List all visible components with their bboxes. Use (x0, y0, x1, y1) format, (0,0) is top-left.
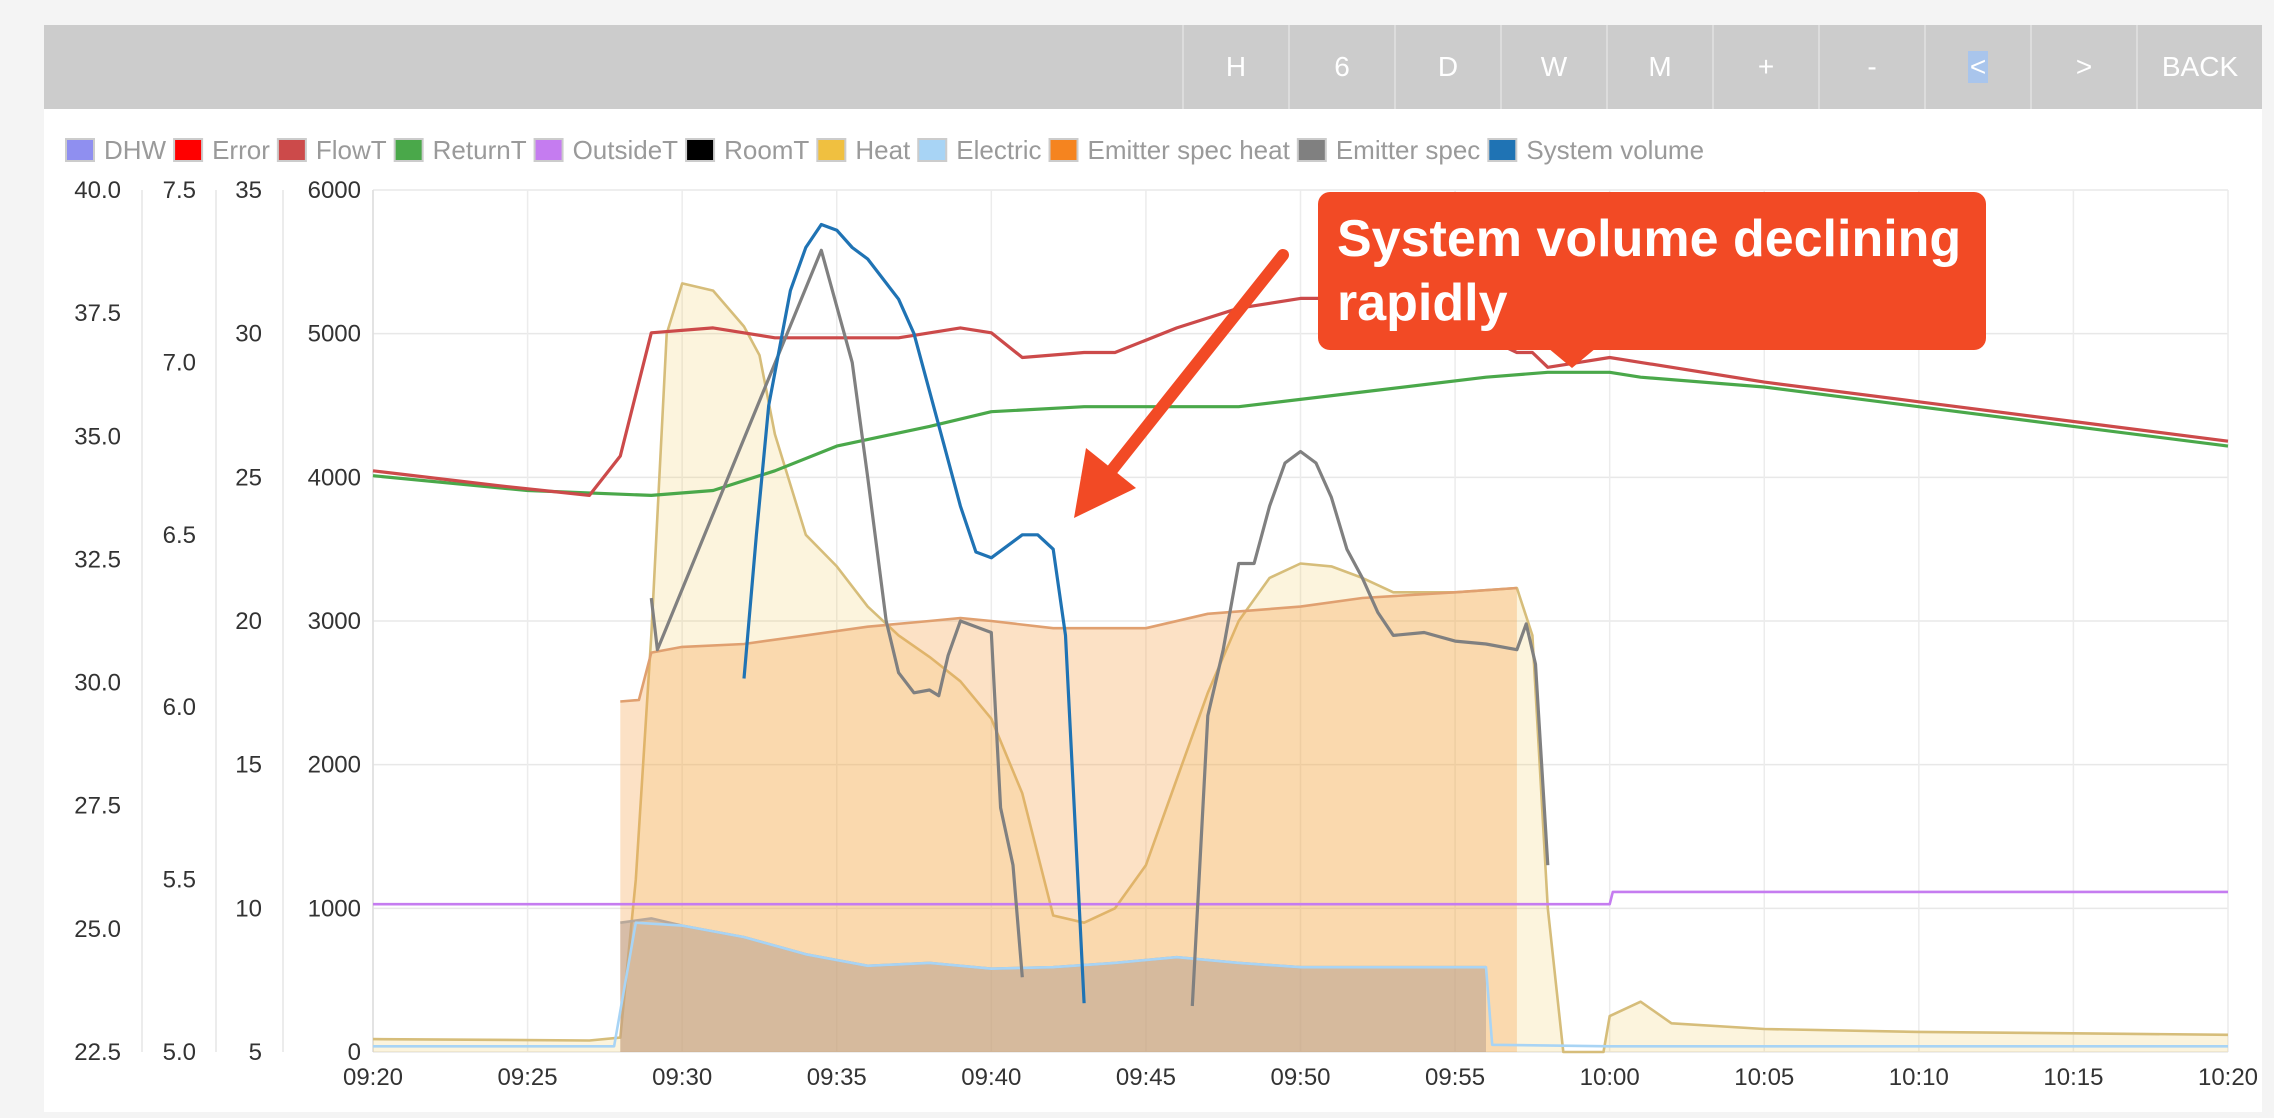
y-tick-label: 3000 (308, 608, 361, 635)
y-tick-label: 30 (235, 321, 262, 348)
legend-label-electric: Electric (956, 135, 1041, 165)
annotation-text-line2: rapidly (1337, 274, 1508, 332)
legend-swatch-error (173, 138, 204, 162)
y-tick-label: 6.0 (163, 694, 196, 721)
legend-label-error: Error (212, 135, 270, 165)
legend-label-system-volume: System volume (1526, 135, 1704, 165)
legend-label-flowt: FlowT (316, 135, 387, 165)
legend-label-emitter-spec-heat: Emitter spec heat (1088, 135, 1291, 165)
legend-label-emitter-spec: Emitter spec (1336, 135, 1481, 165)
x-tick-label: 09:40 (961, 1064, 1021, 1091)
y-tick-label: 25 (235, 464, 262, 491)
y-tick-label: 10 (235, 895, 262, 922)
y-tick-label: 0 (348, 1039, 361, 1066)
y-tick-label: 6.5 (163, 522, 196, 549)
x-tick-label: 09:30 (652, 1064, 712, 1091)
y-tick-label: 15 (235, 752, 262, 779)
legend-label-dhw: DHW (104, 135, 167, 165)
y-tick-label: 5000 (308, 321, 361, 348)
legend-swatch-dhw (65, 138, 95, 162)
legend-swatch-emitter-spec-heat (1048, 138, 1079, 162)
x-tick-label: 09:50 (1270, 1064, 1330, 1091)
annotation-text-line1: System volume declining (1337, 210, 1961, 268)
legend-label-heat: Heat (855, 135, 911, 165)
y-tick-label: 27.5 (74, 793, 121, 820)
y-tick-label: 2000 (308, 752, 361, 779)
annotation-arrow-shaft (1106, 249, 1289, 476)
x-tick-label: 09:55 (1425, 1064, 1485, 1091)
y-tick-label: 25.0 (74, 916, 121, 943)
y-tick-label: 22.5 (74, 1039, 121, 1066)
y-tick-label: 35.0 (74, 423, 121, 450)
x-tick-label: 10:20 (2198, 1064, 2258, 1091)
y-tick-label: 37.5 (74, 300, 121, 327)
y-tick-label: 30.0 (74, 670, 121, 697)
legend-swatch-flowt (276, 138, 307, 162)
y-tick-label: 5 (249, 1039, 262, 1066)
legend-swatch-heat (816, 138, 847, 162)
y-tick-label: 5.5 (163, 867, 196, 894)
y-tick-label: 35 (235, 177, 262, 204)
legend-swatch-system-volume (1487, 138, 1518, 162)
y-tick-label: 4000 (308, 464, 361, 491)
y-tick-label: 40.0 (74, 177, 121, 204)
y-tick-label: 7.5 (163, 177, 196, 204)
x-tick-label: 10:15 (2043, 1064, 2103, 1091)
y-tick-label: 32.5 (74, 546, 121, 573)
y-tick-label: 20 (235, 608, 262, 635)
y-tick-label: 7.0 (163, 349, 196, 376)
y-tick-label: 5.0 (163, 1039, 196, 1066)
y-tick-label: 6000 (308, 177, 361, 204)
chart: 40.0 37.5 35.0 32.5 30.0 27.5 25.0 22.5 7.5 7.0 6.… (65, 135, 2258, 1091)
legend-swatch-emitter-spec (1296, 138, 1327, 162)
legend-label-roomt: RoomT (724, 135, 809, 165)
x-tick-label: 09:35 (807, 1064, 867, 1091)
x-tick-label: 10:10 (1889, 1064, 1949, 1091)
legend-label-outsidet: OutsideT (573, 135, 679, 165)
legend-swatch-electric (917, 138, 948, 162)
x-tick-label: 09:45 (1116, 1064, 1176, 1091)
legend-swatch-returnt (393, 138, 424, 162)
legend-label-returnt: ReturnT (433, 135, 527, 165)
x-tick-label: 10:00 (1580, 1064, 1640, 1091)
legend-swatch-outsidet (533, 138, 564, 162)
x-tick-label: 09:25 (498, 1064, 558, 1091)
y-tick-label: 1000 (308, 895, 361, 922)
legend-swatch-roomt (685, 138, 716, 162)
x-tick-label: 09:20 (343, 1064, 403, 1091)
x-tick-label: 10:05 (1734, 1064, 1794, 1091)
